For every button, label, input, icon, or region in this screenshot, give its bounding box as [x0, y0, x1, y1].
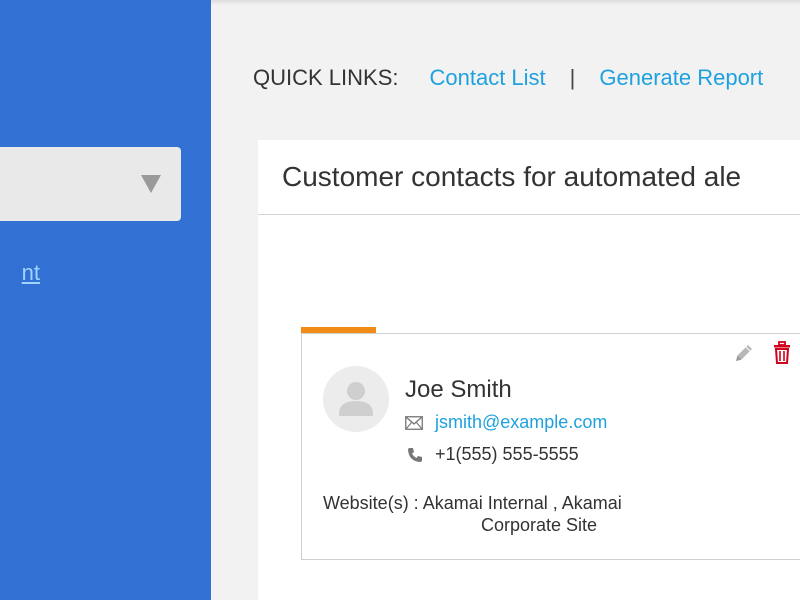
topbar-shadow: [211, 0, 800, 5]
quick-links-title: QUICK LINKS:: [253, 65, 399, 90]
trash-icon[interactable]: [772, 341, 792, 365]
contacts-panel: Customer contacts for automated ale Joe …: [258, 140, 800, 600]
quick-links-bar: QUICK LINKS: Contact List | Generate Rep…: [253, 62, 763, 94]
panel-header: Customer contacts for automated ale: [258, 140, 800, 215]
contact-websites: Website(s) : Akamai Internal , Akamai Co…: [323, 492, 643, 536]
envelope-icon: [405, 416, 423, 430]
contact-name: Joe Smith: [405, 376, 512, 403]
card-accent-bar: [301, 327, 376, 333]
websites-label: Website(s) :: [323, 493, 419, 513]
quick-links-separator: |: [569, 65, 576, 90]
sidebar: nt: [0, 0, 211, 600]
contact-phone: +1(555) 555-5555: [435, 444, 579, 464]
websites-value-line1: Akamai Internal , Akamai: [422, 493, 622, 513]
user-placeholder-icon: [323, 366, 389, 432]
contact-email-link[interactable]: jsmith@example.com: [435, 412, 607, 433]
sidebar-link[interactable]: nt: [0, 260, 40, 286]
websites-value-line2: Corporate Site: [481, 515, 598, 535]
caret-down-icon: [141, 175, 161, 193]
sidebar-dropdown[interactable]: [0, 147, 181, 221]
panel-title: Customer contacts for automated ale: [282, 161, 742, 192]
phone-icon: [407, 447, 423, 463]
contact-list-link[interactable]: Contact List: [429, 65, 545, 91]
contact-card: Joe Smith jsmith@example.com +1(555) 555…: [301, 327, 800, 560]
generate-report-link[interactable]: Generate Report: [599, 65, 763, 91]
pencil-icon[interactable]: [733, 342, 755, 364]
